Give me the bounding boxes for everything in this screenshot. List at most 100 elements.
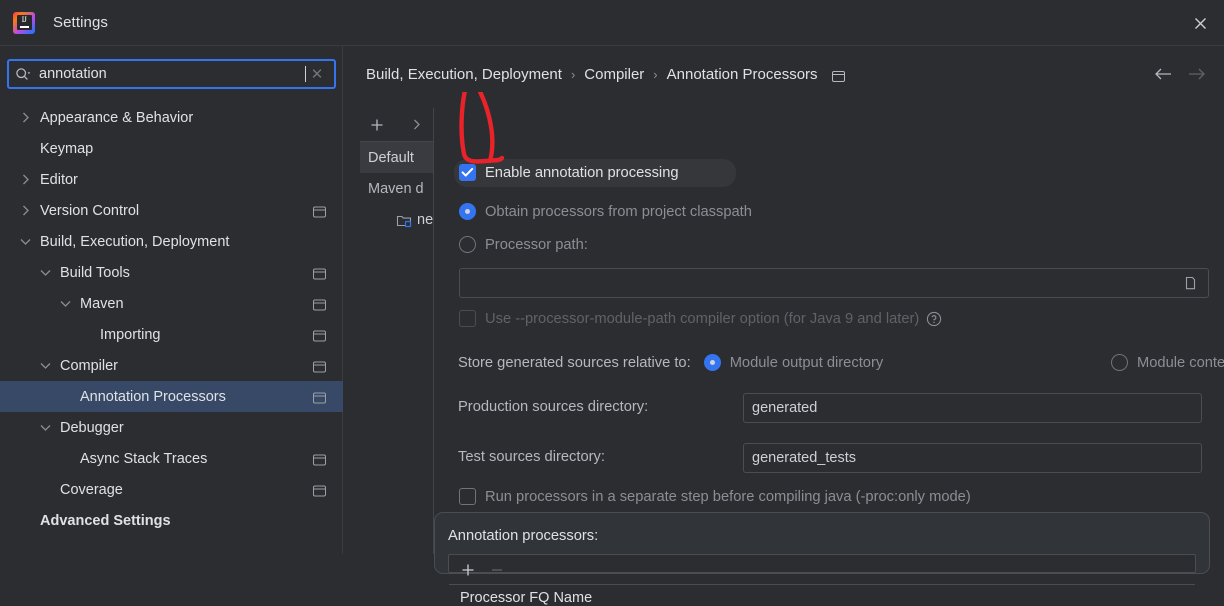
sidebar-item-label: Importing <box>100 326 161 343</box>
intellij-idea-logo: IJ <box>13 11 35 34</box>
search-icon <box>15 66 33 82</box>
test-sources-value: generated_tests <box>752 450 856 466</box>
settings-content-pane: Build, Execution, Deployment › Compiler … <box>343 46 1224 606</box>
module-content-root-label: Module content root <box>1137 354 1224 371</box>
project-settings-badge-icon <box>313 391 326 403</box>
module-item[interactable]: ne <box>360 204 433 236</box>
chevron-down-icon[interactable] <box>38 420 53 435</box>
breadcrumb: Build, Execution, Deployment › Compiler … <box>343 46 1224 102</box>
test-sources-label: Test sources directory: <box>458 449 605 465</box>
breadcrumb-item-build[interactable]: Build, Execution, Deployment <box>366 66 562 83</box>
sidebar-item-advanced-settings[interactable]: Advanced Settings <box>0 505 343 536</box>
production-sources-value: generated <box>752 400 818 416</box>
chevron-right-icon[interactable] <box>18 110 33 125</box>
test-sources-label-row: Test sources directory: <box>458 449 605 465</box>
processor-path-radio[interactable] <box>459 236 476 253</box>
project-settings-badge-icon <box>313 453 326 465</box>
sidebar-item-label: Keymap <box>40 140 94 157</box>
profile-toolbar <box>360 108 433 142</box>
arrow-right-icon[interactable] <box>1184 61 1210 87</box>
chevron-right-icon[interactable] <box>18 172 33 187</box>
module-folder-icon <box>396 213 413 228</box>
sidebar-item-editor[interactable]: Editor <box>0 164 343 195</box>
store-generated-sources-row: Store generated sources relative to: Mod… <box>458 354 883 371</box>
project-settings-badge-icon <box>313 484 326 496</box>
sidebar-item-label: Advanced Settings <box>40 512 171 529</box>
chevron-down-icon[interactable] <box>38 265 53 280</box>
processor-module-path-row[interactable]: Use --processor-module-path compiler opt… <box>459 310 942 327</box>
enable-annotation-processing-label: Enable annotation processing <box>485 164 679 181</box>
production-sources-input[interactable]: generated <box>743 393 1202 423</box>
search-input[interactable] <box>39 66 308 82</box>
sidebar-item-coverage[interactable]: Coverage <box>0 474 343 505</box>
obtain-processors-radio[interactable] <box>459 203 476 220</box>
sidebar-item-compiler[interactable]: Compiler <box>0 350 343 381</box>
annotation-processors-box: Annotation processors: Processor FQ Name <box>434 512 1210 606</box>
obtain-processors-radio-row[interactable]: Obtain processors from project classpath <box>459 203 752 220</box>
sidebar-item-label: Async Stack Traces <box>80 450 208 467</box>
clear-icon[interactable]: ✕ <box>306 67 328 82</box>
run-separate-step-row[interactable]: Run processors in a separate step before… <box>459 488 971 505</box>
profile-item-maven[interactable]: Maven d <box>360 173 433 204</box>
processor-module-path-label: Use --processor-module-path compiler opt… <box>485 310 920 327</box>
store-generated-sources-label: Store generated sources relative to: <box>458 354 691 371</box>
window-title: Settings <box>53 14 108 31</box>
arrow-left-icon[interactable] <box>1150 61 1176 87</box>
test-sources-input[interactable]: generated_tests <box>743 443 1202 473</box>
breadcrumb-separator-icon: › <box>570 66 576 82</box>
sidebar-item-build-execution-deployment[interactable]: Build, Execution, Deployment <box>0 226 343 257</box>
run-separate-step-label: Run processors in a separate step before… <box>485 488 971 505</box>
enable-annotation-processing-row[interactable]: Enable annotation processing <box>459 164 679 181</box>
sidebar-item-label: Maven <box>80 295 124 312</box>
sidebar-item-label: Coverage <box>60 481 123 498</box>
sidebar-item-label: Build Tools <box>60 264 130 281</box>
breadcrumb-item-compiler[interactable]: Compiler <box>584 66 644 83</box>
processor-path-input[interactable] <box>459 268 1209 298</box>
processor-path-label: Processor path: <box>485 236 588 253</box>
project-settings-badge-icon <box>313 360 326 372</box>
minus-icon[interactable] <box>486 559 508 581</box>
project-settings-badge-icon <box>831 69 845 82</box>
sidebar-item-importing[interactable]: Importing <box>0 319 343 350</box>
sidebar-item-build-tools[interactable]: Build Tools <box>0 257 343 288</box>
sidebar-item-version-control[interactable]: Version Control <box>0 195 343 226</box>
run-separate-step-checkbox[interactable] <box>459 488 476 505</box>
folder-browse-icon[interactable] <box>1184 275 1200 291</box>
sidebar-item-async-stack-traces[interactable]: Async Stack Traces <box>0 443 343 474</box>
plus-icon[interactable] <box>366 114 388 136</box>
close-icon[interactable] <box>1184 7 1216 39</box>
sidebar-item-maven[interactable]: Maven <box>0 288 343 319</box>
chevron-down-icon[interactable] <box>38 358 53 373</box>
module-output-directory-radio[interactable] <box>703 354 721 371</box>
production-sources-label-row: Production sources directory: <box>458 399 648 415</box>
sidebar-item-annotation-processors[interactable]: Annotation Processors <box>0 381 343 412</box>
sidebar-item-keymap[interactable]: Keymap <box>0 133 343 164</box>
processor-path-radio-row[interactable]: Processor path: <box>459 236 588 253</box>
processor-module-path-checkbox[interactable] <box>459 310 476 327</box>
enable-annotation-processing-checkbox[interactable] <box>459 164 476 181</box>
project-settings-badge-icon <box>313 329 326 341</box>
plus-icon[interactable] <box>457 559 479 581</box>
sidebar-item-label: Appearance & Behavior <box>40 109 194 126</box>
chevron-down-icon[interactable] <box>18 234 33 249</box>
breadcrumb-item-annotation-processors[interactable]: Annotation Processors <box>667 66 818 83</box>
help-circle-icon[interactable] <box>926 311 942 327</box>
chevron-right-icon[interactable] <box>18 203 33 218</box>
obtain-processors-label: Obtain processors from project classpath <box>485 203 752 220</box>
profile-item-default[interactable]: Default <box>360 142 433 173</box>
sidebar-item-label: Debugger <box>60 419 124 436</box>
chevron-right-icon[interactable] <box>405 114 427 136</box>
search-field-wrapper[interactable]: ✕ <box>7 59 336 89</box>
chevron-down-icon[interactable] <box>58 296 73 311</box>
sidebar-item-label: Version Control <box>40 202 140 219</box>
module-content-root-radio[interactable] <box>1111 354 1128 371</box>
annotation-processors-title: Annotation processors: <box>448 528 599 544</box>
project-settings-badge-icon <box>313 267 326 279</box>
sidebar-item-appearance-behavior[interactable]: Appearance & Behavior <box>0 102 343 133</box>
module-content-root-row[interactable]: Module content root <box>1111 354 1224 371</box>
sidebar-item-debugger[interactable]: Debugger <box>0 412 343 443</box>
settings-tree: Appearance & Behavior Keymap Editor Version… <box>0 102 343 554</box>
